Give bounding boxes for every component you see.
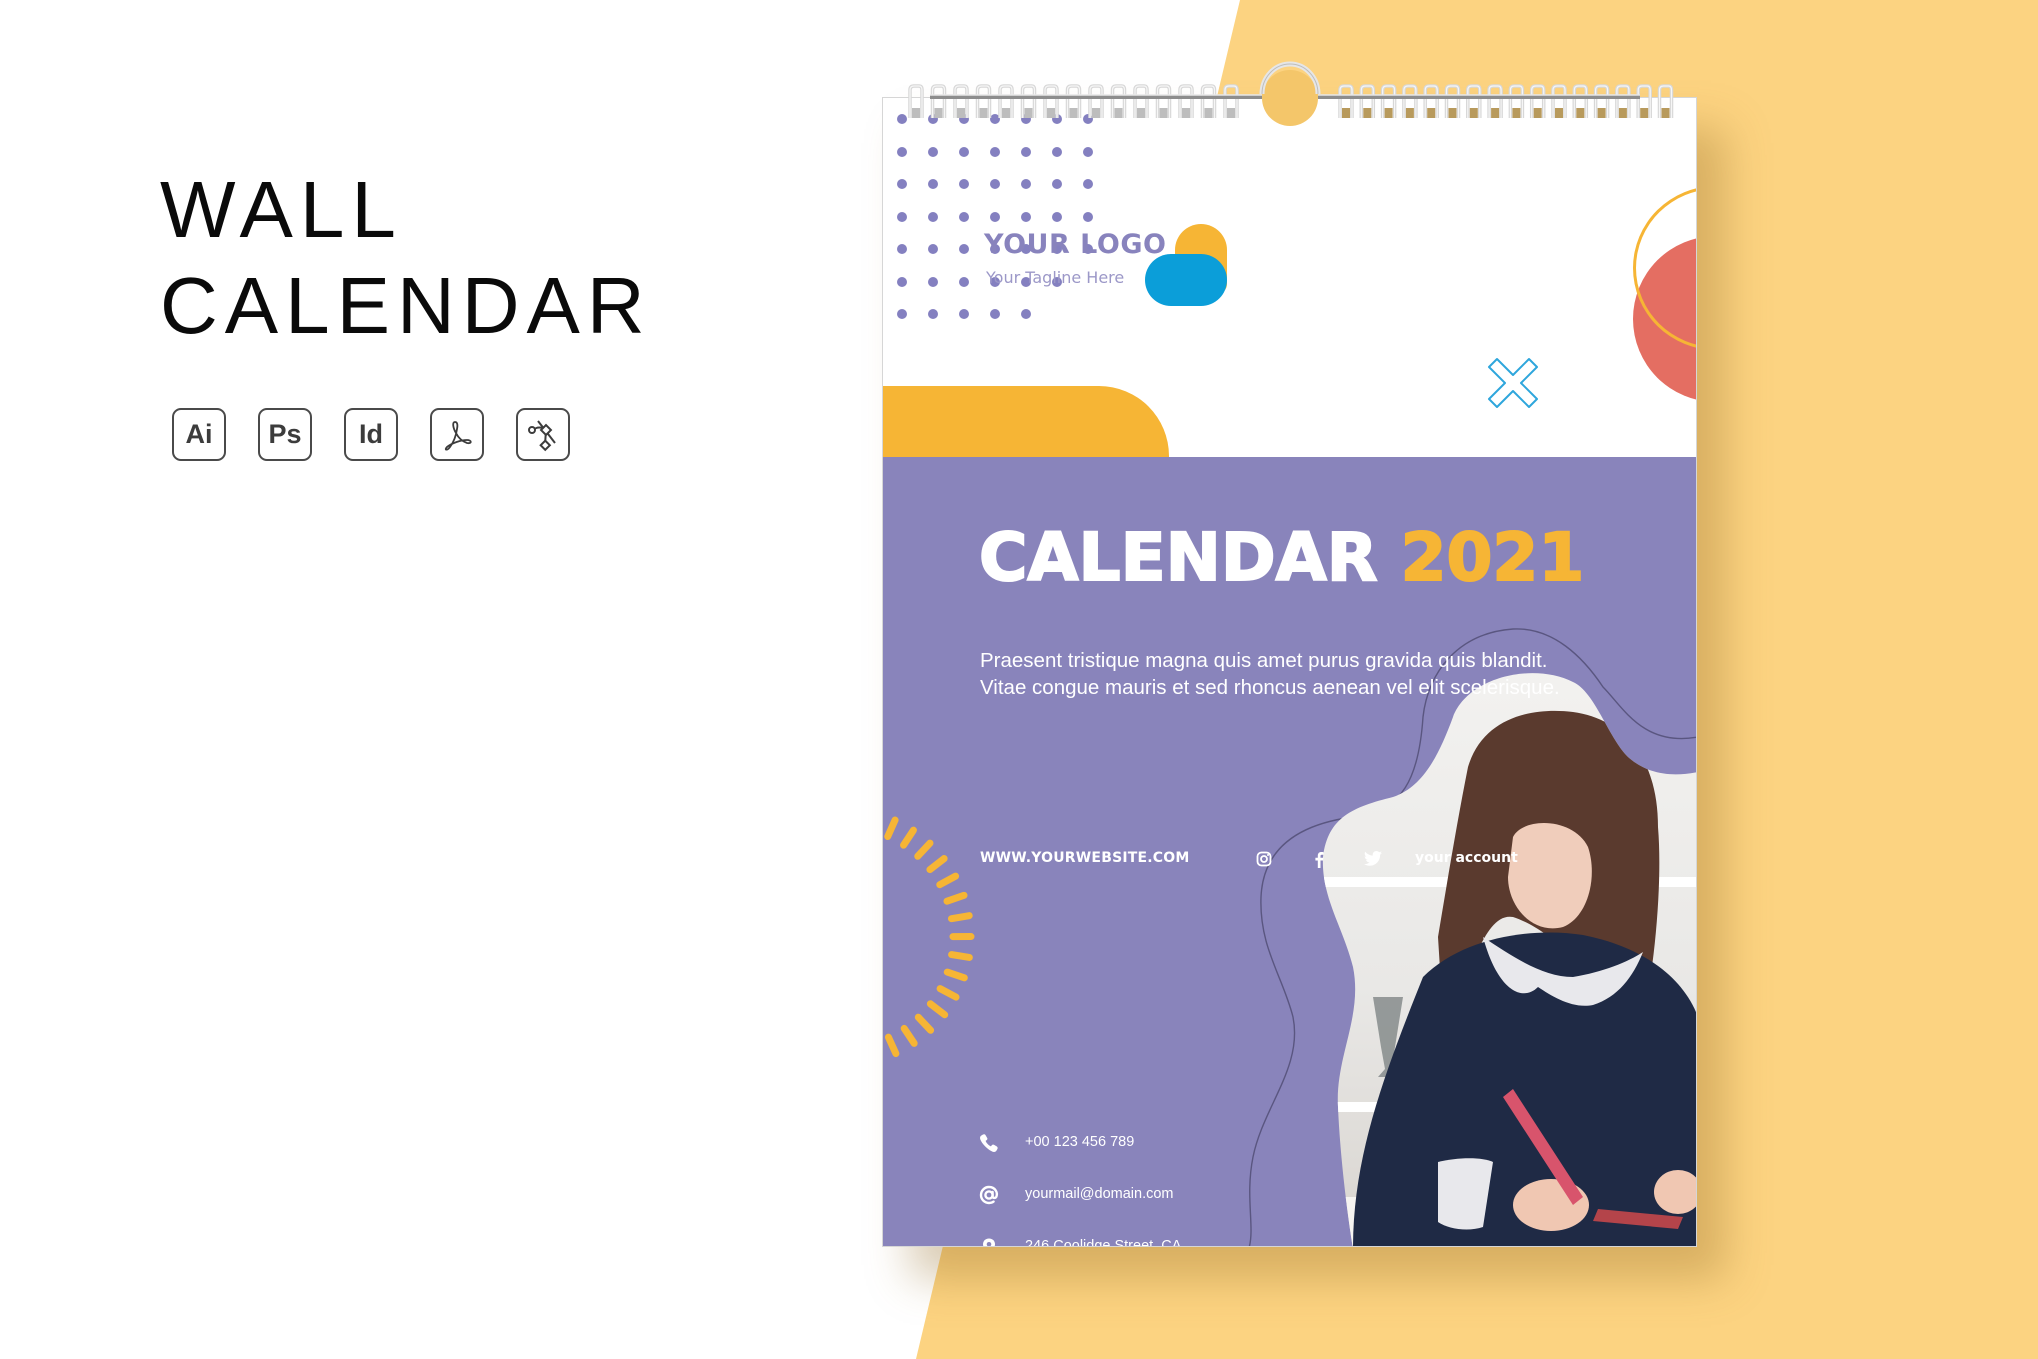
dot — [990, 146, 1000, 157]
dot — [990, 114, 1000, 124]
dot — [959, 146, 969, 157]
dot — [990, 179, 1000, 189]
social-account-link[interactable]: your account — [1415, 850, 1518, 866]
sun-ray — [936, 985, 960, 1001]
location-pin-icon — [983, 1238, 995, 1246]
photo-girl-drawing — [1322, 673, 1696, 1246]
dot — [928, 179, 938, 189]
facebook-icon[interactable] — [1313, 851, 1325, 868]
illustrator-label: Ai — [185, 419, 213, 449]
sun-ray — [936, 872, 960, 889]
twitter-icon[interactable] — [1364, 851, 1382, 866]
acrobat-glyph — [444, 420, 472, 451]
website-link[interactable]: WWW.YOURWEBSITE.COM — [980, 850, 1190, 866]
calendar-purple-panel: CALENDAR 2021 Praesent tristique magna q… — [883, 457, 1696, 1247]
sun-ray — [947, 912, 973, 923]
dot — [1021, 211, 1031, 222]
instagram-icon[interactable] — [1256, 851, 1272, 867]
dot — [1021, 309, 1031, 319]
illustrator-icon: Ai — [172, 408, 226, 461]
dot — [959, 114, 969, 124]
dot — [897, 276, 907, 287]
dot — [959, 309, 969, 319]
x-mark-decoration — [1488, 358, 1538, 408]
dot — [1083, 179, 1093, 189]
dot — [928, 309, 938, 319]
dot — [928, 244, 938, 254]
dot — [1052, 179, 1062, 189]
dot — [897, 211, 907, 222]
dot — [1021, 179, 1031, 189]
contact-phone-text: +00 123 456 789 — [1025, 1134, 1135, 1150]
acrobat-pdf-icon — [430, 408, 484, 461]
dot — [990, 211, 1000, 222]
dot — [990, 309, 1000, 319]
sun-ray — [926, 1000, 949, 1019]
description-line-2: Vitae congue mauris et sed rhoncus aenea… — [980, 676, 1560, 699]
heading-year: 2021 — [1400, 518, 1586, 597]
dot — [1052, 114, 1062, 124]
dot — [1083, 114, 1093, 124]
title-line-2: CALENDAR — [160, 261, 652, 350]
dot — [928, 114, 938, 124]
dot — [959, 244, 969, 254]
dot — [1083, 146, 1093, 157]
title-line-1: WALL — [160, 165, 403, 254]
dot — [897, 179, 907, 189]
file-format-icons: Ai Ps Id — [172, 408, 570, 461]
phone-icon — [980, 1134, 998, 1152]
logo-tagline: Your Tagline Here — [986, 268, 1125, 287]
sun-ray — [943, 968, 968, 982]
sun-ray — [900, 826, 917, 849]
dot — [928, 146, 938, 157]
calendar-description: Praesent tristique magna quis amet purus… — [980, 647, 1660, 701]
description-line-1: Praesent tristique magna quis amet purus… — [980, 649, 1548, 672]
dot — [959, 179, 969, 189]
social-row: WWW.YOURWEBSITE.COM your account — [980, 850, 1680, 870]
indesign-label: Id — [359, 419, 383, 449]
dot — [1052, 146, 1062, 157]
dot — [959, 211, 969, 222]
vector-path-icon — [516, 408, 570, 461]
dot — [1083, 211, 1093, 222]
vector-path-glyph — [528, 419, 556, 451]
sun-ray — [948, 951, 973, 961]
logo-shape-blue — [1145, 254, 1227, 306]
dot — [897, 244, 907, 254]
indesign-icon: Id — [344, 408, 398, 461]
logo-title: YOUR LOGO — [984, 229, 1167, 260]
photoshop-label: Ps — [268, 419, 302, 449]
sun-ray-decoration — [884, 816, 975, 1058]
dot — [959, 276, 969, 287]
sun-ray — [914, 1013, 935, 1034]
dot — [897, 114, 907, 124]
sun-ray — [926, 855, 948, 874]
contact-email-text: yourmail@domain.com — [1025, 1186, 1174, 1202]
dot — [897, 309, 907, 319]
sun-ray — [900, 1024, 918, 1047]
sun-ray — [914, 839, 934, 860]
dot — [928, 276, 938, 287]
heading-word: CALENDAR — [978, 518, 1379, 597]
dot — [897, 146, 907, 157]
photoshop-icon: Ps — [258, 408, 312, 461]
calendar-heading: CALENDAR 2021 — [978, 518, 1586, 597]
at-sign-icon — [979, 1185, 998, 1205]
sun-ray — [884, 1033, 900, 1058]
dot — [1021, 146, 1031, 157]
sun-ray — [884, 816, 899, 841]
dot — [1021, 114, 1031, 124]
dot — [928, 211, 938, 222]
page-title: WALL CALENDAR — [160, 162, 652, 354]
contact-address-text: 246 Coolidge Street, CA — [1025, 1238, 1182, 1247]
dot — [1052, 211, 1062, 222]
sun-ray — [943, 891, 968, 905]
